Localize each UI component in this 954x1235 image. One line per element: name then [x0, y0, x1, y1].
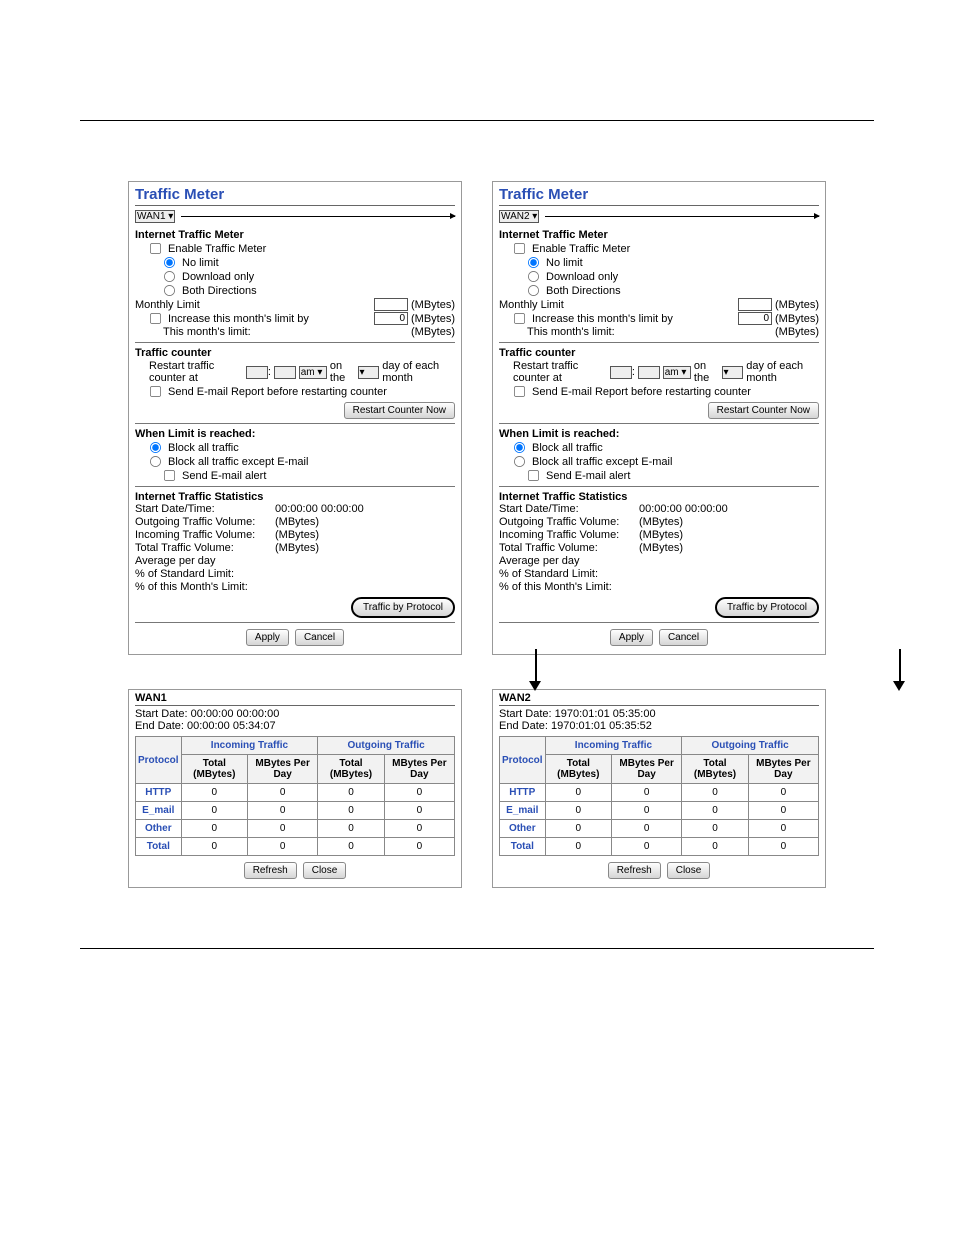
increase-limit-input[interactable] [738, 312, 772, 325]
section-traffic-stats: Internet Traffic Statistics [499, 491, 819, 503]
send-report-checkbox[interactable] [514, 386, 525, 397]
section-traffic-counter: Traffic counter [499, 347, 819, 359]
block-all-radio[interactable] [150, 442, 161, 453]
hour-select[interactable] [246, 366, 268, 379]
refresh-button[interactable]: Refresh [608, 862, 661, 879]
apply-button[interactable]: Apply [610, 629, 653, 646]
panel-heading: Traffic Meter [135, 186, 455, 206]
wan-select[interactable]: WAN1 ▾ [135, 210, 175, 223]
start-date-label: Start Date: 00:00:00 00:00:00 [135, 708, 455, 720]
traffic-by-protocol-button[interactable]: Traffic by Protocol [351, 597, 455, 618]
start-date-label: Start Date: 1970:01:01 05:35:00 [499, 708, 819, 720]
block-except-email-radio[interactable] [150, 456, 161, 467]
end-date-label: End Date: 1970:01:01 05:35:52 [499, 720, 819, 732]
day-select[interactable]: ▾ [358, 366, 380, 379]
protocol-panel-title: WAN2 [499, 692, 819, 706]
section-traffic-stats: Internet Traffic Statistics [135, 491, 455, 503]
enable-traffic-meter-checkbox[interactable] [150, 243, 161, 254]
cancel-button[interactable]: Cancel [295, 629, 344, 646]
section-limit-reached: When Limit is reached: [499, 428, 819, 440]
send-email-alert-checkbox[interactable] [164, 470, 175, 481]
panel-heading: Traffic Meter [499, 186, 819, 206]
apply-button[interactable]: Apply [246, 629, 289, 646]
close-button[interactable]: Close [667, 862, 711, 879]
monthly-limit-input[interactable] [738, 298, 772, 311]
close-button[interactable]: Close [303, 862, 347, 879]
arrow-line [545, 216, 819, 217]
nolimit-radio[interactable] [528, 257, 539, 268]
both-directions-radio[interactable] [164, 285, 175, 296]
this-month-limit-label: This month's limit: [163, 326, 251, 338]
restart-counter-now-button[interactable]: Restart Counter Now [708, 402, 819, 419]
send-report-checkbox[interactable] [150, 386, 161, 397]
traffic-by-protocol-panel-wan1: WAN1 Start Date: 00:00:00 00:00:00 End D… [128, 689, 462, 888]
stats-grid: Start Date/Time:00:00:00 00:00:00 Outgoi… [499, 503, 819, 593]
hour-select[interactable] [610, 366, 632, 379]
section-limit-reached: When Limit is reached: [135, 428, 455, 440]
day-select[interactable]: ▾ [722, 366, 744, 379]
block-all-radio[interactable] [514, 442, 525, 453]
end-date-label: End Date: 00:00:00 05:34:07 [135, 720, 455, 732]
section-traffic-meter: Internet Traffic Meter [135, 229, 455, 241]
minute-select[interactable] [638, 366, 660, 379]
both-directions-radio[interactable] [528, 285, 539, 296]
ampm-select[interactable]: am ▾ [663, 366, 691, 379]
protocol-traffic-table: ProtocolIncoming TrafficOutgoing Traffic… [135, 736, 455, 856]
increase-limit-checkbox[interactable] [150, 313, 161, 324]
restart-counter-row: Restart traffic counter at : am ▾ on the… [135, 360, 455, 384]
increase-limit-checkbox[interactable] [514, 313, 525, 324]
monthly-limit-label: Monthly Limit [499, 299, 564, 311]
stats-grid: Start Date/Time:00:00:00 00:00:00 Outgoi… [135, 503, 455, 593]
download-only-radio[interactable] [528, 271, 539, 282]
minute-select[interactable] [274, 366, 296, 379]
restart-counter-now-button[interactable]: Restart Counter Now [344, 402, 455, 419]
ampm-select[interactable]: am ▾ [299, 366, 327, 379]
traffic-by-protocol-panel-wan2: WAN2 Start Date: 1970:01:01 05:35:00 End… [492, 689, 826, 888]
block-except-email-radio[interactable] [514, 456, 525, 467]
cancel-button[interactable]: Cancel [659, 629, 708, 646]
protocol-traffic-table: ProtocolIncoming TrafficOutgoing Traffic… [499, 736, 819, 856]
download-only-radio[interactable] [164, 271, 175, 282]
arrow-line [181, 216, 455, 217]
increase-limit-input[interactable] [374, 312, 408, 325]
traffic-meter-panel-wan1: Traffic Meter WAN1 ▾ Internet Traffic Me… [128, 181, 462, 655]
section-traffic-counter: Traffic counter [135, 347, 455, 359]
traffic-by-protocol-button[interactable]: Traffic by Protocol [715, 597, 819, 618]
send-email-alert-checkbox[interactable] [528, 470, 539, 481]
protocol-panel-title: WAN1 [135, 692, 455, 706]
section-traffic-meter: Internet Traffic Meter [499, 229, 819, 241]
this-month-limit-label: This month's limit: [527, 326, 615, 338]
monthly-limit-input[interactable] [374, 298, 408, 311]
restart-counter-row: Restart traffic counter at : am ▾ on the… [499, 360, 819, 384]
enable-traffic-meter-checkbox[interactable] [514, 243, 525, 254]
traffic-meter-panel-wan2: Traffic Meter WAN2 ▾ Internet Traffic Me… [492, 181, 826, 655]
monthly-limit-label: Monthly Limit [135, 299, 200, 311]
nolimit-radio[interactable] [164, 257, 175, 268]
refresh-button[interactable]: Refresh [244, 862, 297, 879]
wan-select[interactable]: WAN2 ▾ [499, 210, 539, 223]
